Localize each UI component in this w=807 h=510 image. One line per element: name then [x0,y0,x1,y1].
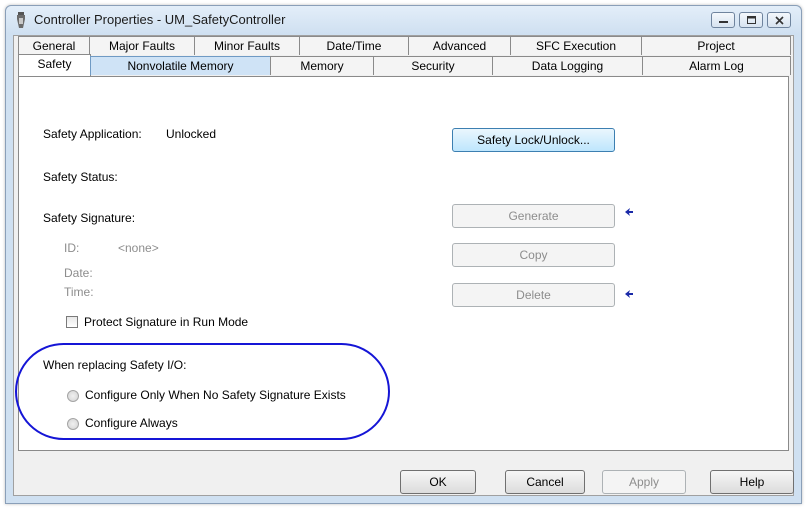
signature-id-value: <none> [118,241,159,255]
signature-time-label: Time: [64,285,94,299]
tab-nonvolatile-memory[interactable]: Nonvolatile Memory [90,56,271,75]
delete-button[interactable]: Delete [452,283,615,307]
tab-general[interactable]: General [18,36,90,55]
maximize-button[interactable] [739,12,763,28]
ok-button[interactable]: OK [400,470,476,494]
tab-memory[interactable]: Memory [270,56,374,75]
tab-sfc-execution[interactable]: SFC Execution [510,36,642,55]
protect-signature-checkbox[interactable] [66,316,78,328]
tab-project[interactable]: Project [641,36,791,55]
tab-date-time[interactable]: Date/Time [299,36,409,55]
safety-application-label: Safety Application: [43,127,142,141]
arrow-left-icon [624,289,634,302]
signature-date-label: Date: [64,266,93,280]
protect-signature-label: Protect Signature in Run Mode [84,315,249,329]
configure-always-label: Configure Always [85,416,178,430]
tab-safety[interactable]: Safety [18,54,91,76]
safety-status-label: Safety Status: [43,170,118,184]
copy-button[interactable]: Copy [452,243,615,267]
minimize-icon [719,21,728,23]
tab-data-logging[interactable]: Data Logging [492,56,643,75]
safety-signature-label: Safety Signature: [43,211,136,225]
configure-always-radio[interactable] [67,418,79,430]
configure-only-label: Configure Only When No Safety Signature … [85,388,346,402]
maximize-icon [747,16,756,24]
replacing-safety-io-label: When replacing Safety I/O: [43,358,187,372]
signature-id-label: ID: [64,241,80,255]
title-bar: Controller Properties - UM_SafetyControl… [6,6,801,34]
cancel-button[interactable]: Cancel [505,470,585,494]
tab-major-faults[interactable]: Major Faults [89,36,195,55]
app-icon [14,12,28,28]
tab-alarm-log[interactable]: Alarm Log [642,56,791,75]
arrow-left-icon [624,207,634,220]
tab-security[interactable]: Security [373,56,493,75]
safety-lock-unlock-button[interactable]: Safety Lock/Unlock... [452,128,615,152]
tab-advanced[interactable]: Advanced [408,36,511,55]
close-icon [775,16,784,25]
apply-button[interactable]: Apply [602,470,686,494]
close-button[interactable] [767,12,791,28]
configure-only-radio[interactable] [67,390,79,402]
safety-application-value: Unlocked [166,127,217,141]
window-title: Controller Properties - UM_SafetyControl… [34,12,286,27]
generate-button[interactable]: Generate [452,204,615,228]
minimize-button[interactable] [711,12,735,28]
tab-minor-faults[interactable]: Minor Faults [194,36,300,55]
help-button[interactable]: Help [710,470,794,494]
